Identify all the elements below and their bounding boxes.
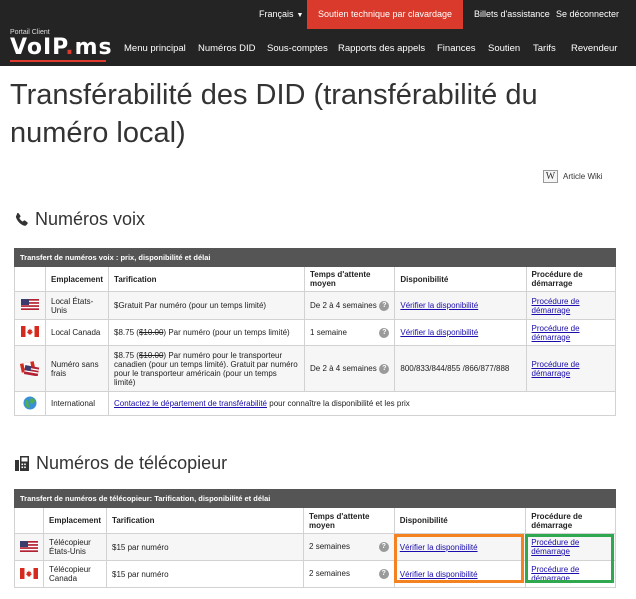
getting-started-link[interactable]: Procédure de démarrage <box>532 360 580 378</box>
wait-time-cell: ? De 2 à 4 semaines <box>304 291 396 320</box>
pricing-cell: $15 par numéro <box>106 533 305 561</box>
location-cell: Local Canada <box>44 319 110 346</box>
support-tickets-link[interactable]: Billets d'assistance <box>474 0 550 29</box>
table-row: Local États-Unis $Gratuit Par numéro (po… <box>14 291 617 320</box>
pricing-cell: $Gratuit Par numéro (pour un temps limit… <box>108 291 306 320</box>
pricing-cell: $8.75 ($10.00) Par numéro pour le transp… <box>108 345 306 392</box>
procedure-cell: Procédure de démarrage <box>525 345 617 392</box>
availability-cell: Vérifier la disponibilité <box>394 291 527 320</box>
wait-time-cell: ? 2 semaines <box>303 560 395 588</box>
nav-sub-accounts[interactable]: Sous-comptes <box>267 43 328 54</box>
table-caption: Transfert de numéros voix : prix, dispon… <box>14 248 616 267</box>
wiki-article-link[interactable]: W Article Wiki <box>543 170 603 183</box>
location-cell: Local États-Unis <box>44 291 110 320</box>
us-ca-flag-icon <box>19 360 40 376</box>
procedure-cell: Procédure de démarrage <box>525 319 617 346</box>
contact-porting-department-link[interactable]: Contactez le département de transférabil… <box>114 399 267 408</box>
nav-did-numbers[interactable]: Numéros DID <box>198 43 256 54</box>
column-header-flag <box>14 266 46 292</box>
location-cell: Télécopieur Canada <box>42 560 108 588</box>
us-flag-icon <box>21 299 39 310</box>
location-cell: Numéro sans frais <box>44 345 110 392</box>
getting-started-link[interactable]: Procédure de démarrage <box>532 324 580 342</box>
globe-icon <box>23 396 37 409</box>
table-caption: Transfert de numéros de télécopieur: Tar… <box>14 489 616 508</box>
ca-flag-icon <box>20 567 38 579</box>
help-icon[interactable]: ? <box>379 300 390 311</box>
check-availability-link[interactable]: Vérifier la disponibilité <box>400 328 478 337</box>
fax-icon <box>15 456 29 471</box>
nav-main-menu[interactable]: Menu principal <box>124 43 186 54</box>
check-availability-link[interactable]: Vérifier la disponibilité <box>400 301 478 310</box>
column-header-procedure: Procédure de démarrage <box>525 266 617 292</box>
table-row: International Contactez le département d… <box>14 391 616 416</box>
wait-time-cell: ? De 2 à 4 semaines <box>304 345 396 392</box>
procedure-cell: Procédure de démarrage <box>525 291 617 320</box>
column-header-location: Emplacement <box>42 507 108 534</box>
availability-cell: 800/833/844/855 /866/877/888 <box>394 345 527 392</box>
help-icon[interactable]: ? <box>378 569 389 579</box>
international-info-cell: Contactez le département de transférabil… <box>108 391 616 416</box>
location-cell: International <box>44 391 110 416</box>
availability-highlight-box <box>394 534 524 583</box>
nav-call-reports[interactable]: Rapports des appels <box>338 43 425 54</box>
ca-flag-icon <box>21 326 39 337</box>
help-icon[interactable]: ? <box>378 542 389 552</box>
column-header-availability: Disponibilité <box>393 507 527 534</box>
table-row: Local Canada $8.75 ($10.00) Par numéro (… <box>14 319 617 346</box>
voice-numbers-heading: Numéros voix <box>14 209 145 230</box>
column-header-location: Emplacement <box>44 266 110 292</box>
logo-wordmark: VoIP.ms <box>10 35 113 60</box>
logo-underline <box>10 60 106 62</box>
wait-time-cell: ? 1 semaine <box>304 319 396 346</box>
logout-link[interactable]: Se déconnecter <box>556 0 619 29</box>
voice-numbers-label: Numéros voix <box>35 209 146 229</box>
nav-support[interactable]: Soutien <box>488 43 520 54</box>
voipms-logo[interactable]: Portail Client VoIP.ms <box>10 29 113 66</box>
table-row: Numéro sans frais $8.75 ($10.00) Par num… <box>14 345 617 392</box>
wiki-article-label: Article Wiki <box>563 172 603 181</box>
availability-cell: Vérifier la disponibilité <box>394 319 527 346</box>
help-icon[interactable]: ? <box>379 327 390 338</box>
fax-numbers-label: Numéros de télécopieur <box>36 453 228 473</box>
column-header-wait-time: Temps d'attente moyen <box>303 507 395 534</box>
column-header-pricing: Tarification <box>108 266 306 292</box>
top-bar: Français ▼ Soutien technique par clavarda… <box>0 0 636 29</box>
column-header-pricing: Tarification <box>106 507 305 534</box>
caret-down-icon: ▼ <box>296 12 304 19</box>
page-title: Transférabilité des DID (transférabilité… <box>10 79 538 149</box>
language-selector[interactable]: Français ▼ <box>259 0 303 29</box>
column-header-procedure: Procédure de démarrage <box>525 507 616 534</box>
nav-reseller[interactable]: Revendeur <box>571 43 617 54</box>
procedure-highlight-box <box>525 534 614 583</box>
wikipedia-icon: W <box>543 170 558 183</box>
pricing-cell: $8.75 ($10.00) Par numéro (pour un temps… <box>108 319 306 346</box>
column-header-flag <box>14 507 44 534</box>
nav-finances[interactable]: Finances <box>437 43 476 54</box>
nav-rates[interactable]: Tarifs <box>533 43 556 54</box>
wait-time-cell: ? 2 semaines <box>303 533 395 561</box>
us-flag-icon <box>20 540 38 552</box>
language-label: Français <box>259 9 294 19</box>
voice-porting-table: Transfert de numéros voix : prix, dispon… <box>14 248 617 416</box>
column-header-availability: Disponibilité <box>394 266 527 292</box>
live-chat-support-button[interactable]: Soutien technique par clavardage <box>307 0 463 29</box>
help-icon[interactable]: ? <box>379 363 390 374</box>
phone-icon <box>15 212 28 226</box>
pricing-cell: $15 par numéro <box>106 560 305 588</box>
main-nav: Portail Client VoIP.ms Menu principal Nu… <box>0 29 636 66</box>
getting-started-link[interactable]: Procédure de démarrage <box>532 297 580 315</box>
column-header-wait-time: Temps d'attente moyen <box>304 266 396 292</box>
location-cell: Télécopieur États-Unis <box>42 533 108 561</box>
fax-numbers-heading: Numéros de télécopieur <box>14 453 227 474</box>
